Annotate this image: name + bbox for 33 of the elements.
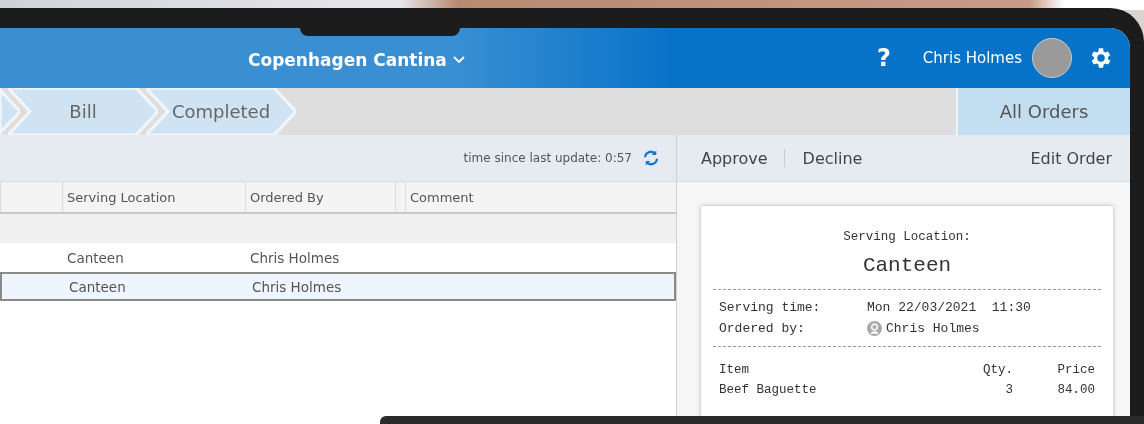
workflow-step[interactable]: Completed	[146, 88, 296, 135]
table-cell-text: Canteen	[66, 249, 125, 266]
receipt-value: Mon 22/03/2021 11:30	[867, 300, 1032, 315]
chevron-down-icon	[452, 56, 465, 64]
receipt-item: Beef Baguette	[719, 383, 818, 397]
receipt-location: Canteen	[861, 254, 953, 277]
help-button[interactable]: ?	[876, 44, 891, 72]
table-cell-text: Canteen	[68, 278, 127, 295]
receipt-label: Serving Location:	[842, 230, 972, 244]
column-header[interactable]: Comment	[405, 182, 676, 212]
order-row[interactable]: Canteen Chris Holmes	[0, 272, 676, 301]
update-timer: time since last update: 0:57	[463, 151, 632, 165]
order-row[interactable]: Canteen Chris Holmes	[0, 243, 676, 272]
receipt-value: Chris Holmes	[886, 321, 980, 336]
receipt-column-header: Qty.	[982, 363, 1013, 377]
action-link[interactable]: Approve	[677, 148, 768, 168]
column-header[interactable]: Ordered By	[245, 182, 395, 212]
receipt-label: Serving time:	[719, 300, 822, 315]
avatar-photo[interactable]	[1032, 38, 1072, 78]
all-orders-tab[interactable]: All Orders	[956, 88, 1130, 135]
user-name[interactable]: Chris Holmes	[922, 49, 1022, 67]
edit-order-link[interactable]: Edit Order	[1030, 148, 1112, 168]
receipt-label: Ordered by:	[719, 321, 806, 336]
table-cell-text: Chris Holmes	[249, 249, 341, 266]
receipt-column-header: Item	[719, 363, 750, 377]
receipt-quantity: 3	[1004, 383, 1013, 397]
refresh-icon[interactable]	[642, 149, 660, 167]
table-cell-text: Chris Holmes	[251, 278, 343, 295]
user-icon	[867, 321, 882, 336]
column-header[interactable]: Serving Location	[62, 182, 245, 212]
action-link[interactable]: Decline	[778, 148, 863, 168]
receipt-column-header: Price	[1056, 363, 1095, 377]
receipt-price: 84.00	[1056, 383, 1095, 397]
